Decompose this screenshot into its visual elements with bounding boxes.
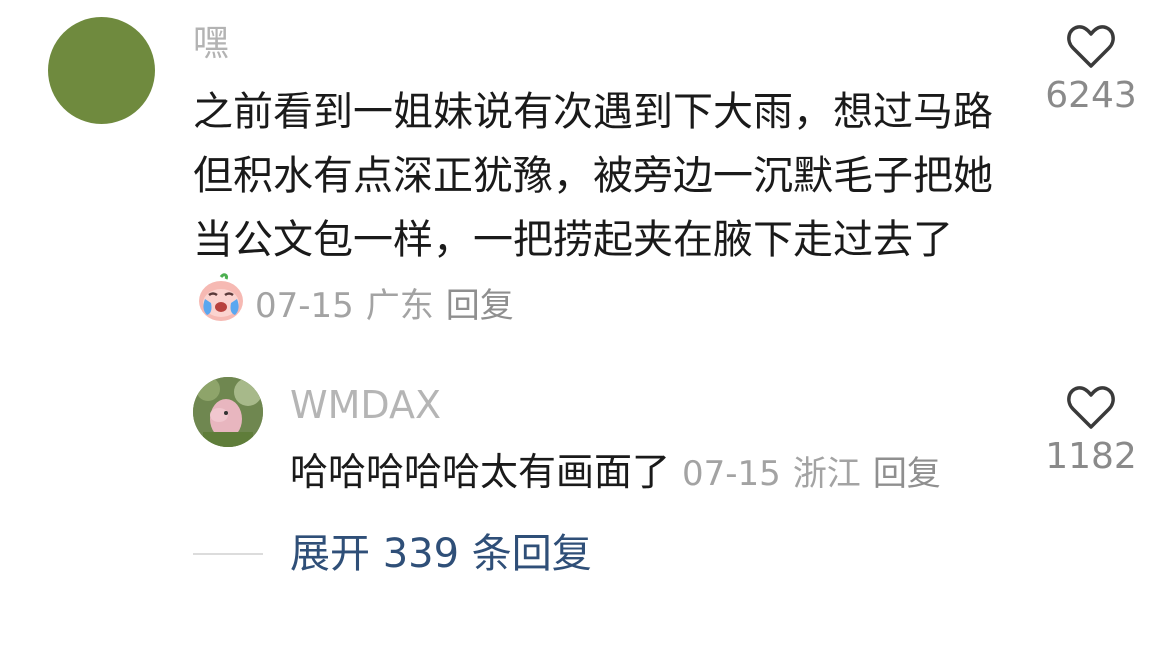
- reply-avatar[interactable]: [193, 377, 263, 447]
- reply-like-count: 1182: [1045, 436, 1137, 477]
- heart-icon[interactable]: [1065, 22, 1117, 70]
- comment-location: 广东: [365, 286, 434, 326]
- reply-location: 浙江: [792, 454, 861, 494]
- reply-text: 哈哈哈哈哈太有画面了: [290, 450, 671, 494]
- heart-icon[interactable]: [1065, 383, 1117, 431]
- avatar[interactable]: [48, 17, 155, 124]
- reply-button[interactable]: 回复: [446, 286, 514, 326]
- reply-body: 哈哈哈哈哈太有画面了 07-15 浙江 回复: [290, 446, 1050, 500]
- comment-date: 07-15: [255, 286, 354, 326]
- reply-reply-button[interactable]: 回复: [873, 454, 941, 494]
- reply-like-button[interactable]: 1182: [1036, 383, 1146, 477]
- divider: [193, 553, 263, 555]
- like-count: 6243: [1045, 75, 1137, 116]
- reply-author[interactable]: WMDAX: [290, 383, 441, 427]
- expand-replies-button[interactable]: 展开 339 条回复: [290, 530, 592, 578]
- comment-text: 之前看到一姐妹说有次遇到下大雨，想过马路但积水有点深正犹豫，被旁边一沉默毛子把她…: [193, 89, 993, 263]
- reply-date: 07-15: [682, 454, 781, 494]
- comment-body: 之前看到一姐妹说有次遇到下大雨，想过马路但积水有点深正犹豫，被旁边一沉默毛子把她…: [193, 80, 993, 338]
- like-button[interactable]: 6243: [1036, 22, 1146, 116]
- crying-face-emoji-icon: [195, 273, 247, 325]
- comment-author[interactable]: 嘿: [193, 22, 229, 66]
